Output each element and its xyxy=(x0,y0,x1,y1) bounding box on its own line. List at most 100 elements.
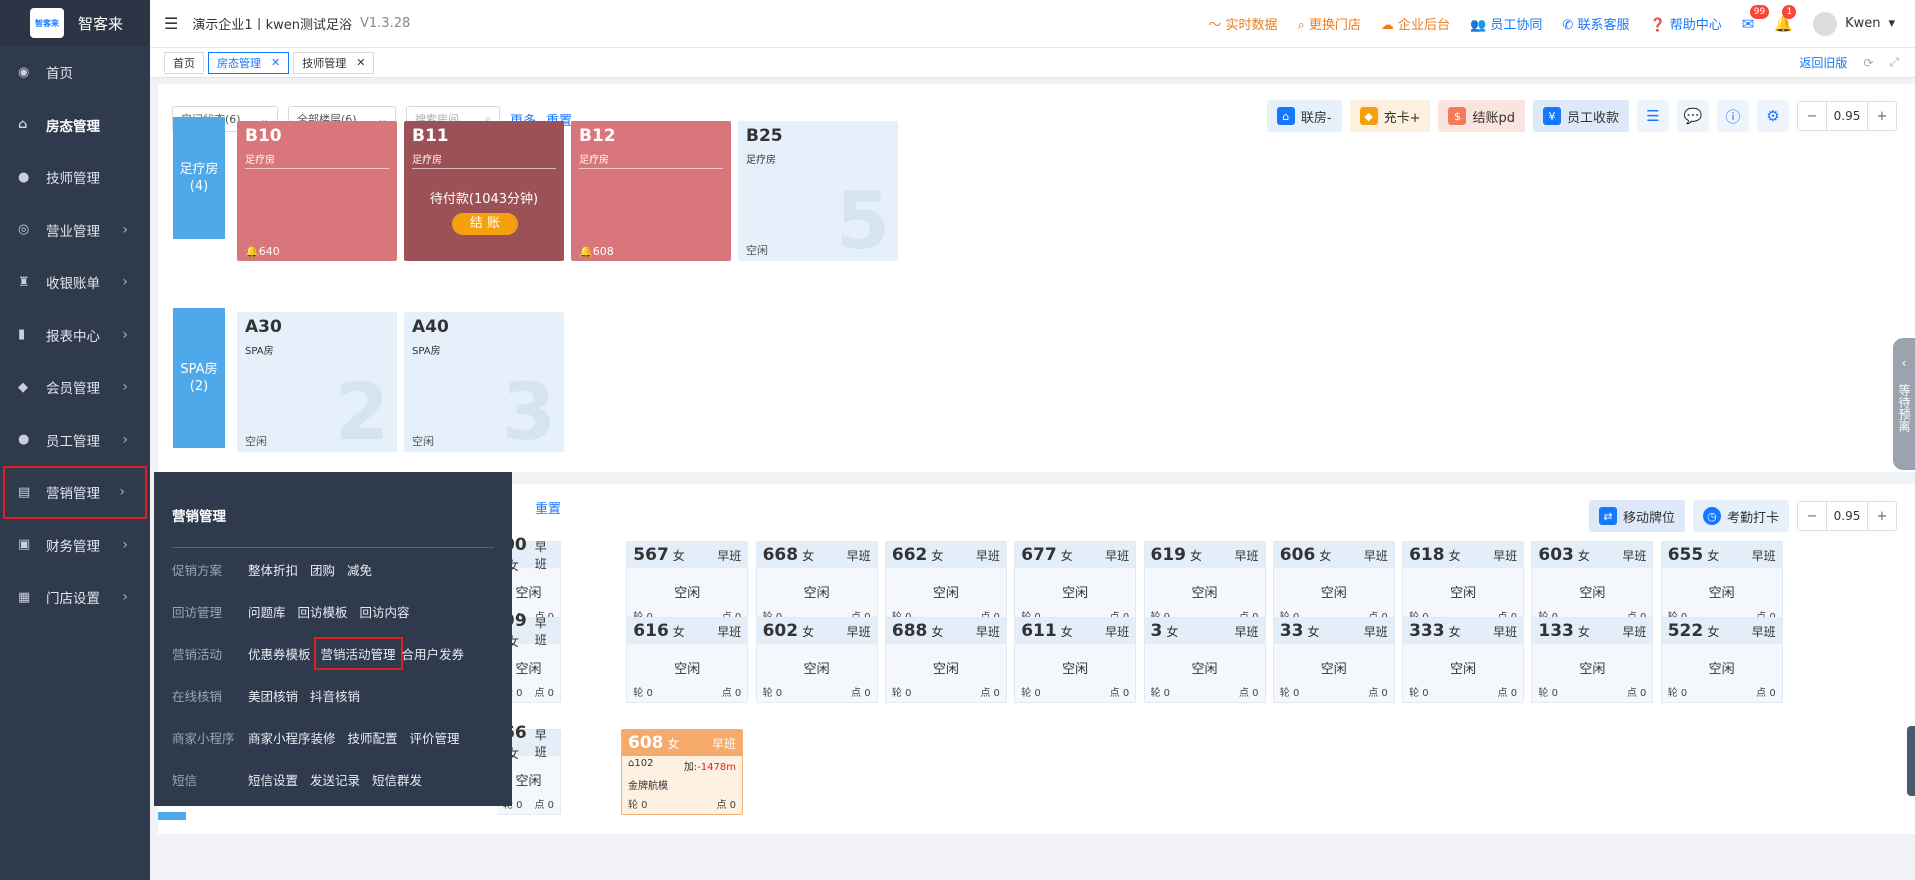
technician-card-busy[interactable]: 608 女 早班 ⌂102 加:-1478m 金牌航模 轮 0 点 0 xyxy=(621,729,743,815)
room-card[interactable]: 3 A40 SPA房 空闲 xyxy=(404,312,564,452)
sidebar-item-reports[interactable]: ▮ 报表中心 › xyxy=(0,309,150,362)
submenu-item[interactable]: 美团核销 xyxy=(248,686,298,705)
list-icon[interactable]: ☰ xyxy=(1637,100,1669,132)
sidebar-item-business[interactable]: ◎ 营业管理 › xyxy=(0,204,150,257)
zoom-plus-button[interactable]: + xyxy=(1868,502,1896,530)
submenu-item[interactable]: 整体折扣 xyxy=(248,560,298,579)
recharge-button[interactable]: ◆ 充卡+ xyxy=(1349,100,1431,132)
technician-card[interactable]: 33 女 早班 空闲轮 0 点 0 xyxy=(1272,617,1395,703)
submenu-item[interactable]: 技师配置 xyxy=(348,728,398,747)
sidebar-item-cashier[interactable]: ♜ 收银账单 › xyxy=(0,256,150,309)
realtime-data-link[interactable]: 〜 实时数据 xyxy=(1208,14,1277,33)
gear-icon[interactable]: ⚙ xyxy=(1757,100,1789,132)
submenu-item[interactable]: 减免 xyxy=(347,560,372,579)
technician-card[interactable]: 619女早班空闲轮 0点 0 xyxy=(1143,541,1266,627)
room-card[interactable]: B11 足疗房 待付款(1043分钟) 结 账 xyxy=(404,121,564,261)
staff-collab-link[interactable]: 👥 员工协同 xyxy=(1470,14,1542,33)
submenu-item[interactable]: 短信群发 xyxy=(372,770,422,789)
menu-toggle-icon[interactable]: ☰ xyxy=(164,14,178,33)
close-icon[interactable]: ✕ xyxy=(356,56,365,69)
technician-card[interactable]: 567女早班空闲轮 0点 0 xyxy=(626,541,749,627)
caret-down-icon: ▾ xyxy=(1888,16,1895,31)
submenu-item[interactable]: 抖音核销 xyxy=(310,686,360,705)
checkout-button[interactable]: $ 结账pd xyxy=(1438,100,1525,132)
technician-card[interactable]: 603女早班空闲轮 0点 0 xyxy=(1531,541,1654,627)
technician-shift: 早班 xyxy=(975,548,1000,563)
join-room-button[interactable]: ⌂ 联房- xyxy=(1266,100,1342,132)
technician-card[interactable]: 668女早班空闲轮 0点 0 xyxy=(755,541,878,627)
sidebar-item-marketing[interactable]: ▤ 营销管理 › xyxy=(3,466,147,519)
technician-card[interactable]: 688 女 早班 空闲轮 0 点 0 xyxy=(884,617,1007,703)
enterprise-backend-link[interactable]: ☁ 企业后台 xyxy=(1381,14,1450,33)
edge-handle[interactable] xyxy=(1907,726,1915,796)
sidebar-item-store-settings[interactable]: ▦ 门店设置 › xyxy=(0,571,150,624)
mail-icon[interactable]: ✉ 99 xyxy=(1742,4,1770,33)
technician-card[interactable]: 333 女 早班 空闲轮 0 点 0 xyxy=(1402,617,1525,703)
tab-room-status[interactable]: 房态管理 ✕ xyxy=(208,51,290,74)
technician-card[interactable]: 677女早班空闲轮 0点 0 xyxy=(1014,541,1137,627)
submenu-item[interactable]: 回访模板 xyxy=(298,602,348,621)
bell-icon[interactable]: 🔔 1 xyxy=(1774,4,1797,33)
chat-icon[interactable]: 💬 xyxy=(1677,100,1709,132)
technician-card[interactable]: 655女早班空闲轮 0点 0 xyxy=(1660,541,1783,627)
tab-home[interactable]: 首页 xyxy=(164,51,204,74)
sidebar-item-label: 技师管理 xyxy=(46,171,100,188)
logo[interactable]: 智客来 智客来 xyxy=(0,0,150,46)
submenu-item[interactable]: 短信设置 xyxy=(248,770,298,789)
sidebar-item-home[interactable]: ◉ 首页 xyxy=(0,46,150,99)
fullscreen-icon[interactable]: ⤢ xyxy=(1889,55,1899,70)
technician-card[interactable]: 606女早班空闲轮 0点 0 xyxy=(1272,541,1395,627)
sidebar-item-technician[interactable]: ● 技师管理 xyxy=(0,151,150,204)
submenu-item[interactable]: 问题库 xyxy=(248,602,286,621)
room-card[interactable]: 2 A30 SPA房 空闲 xyxy=(237,312,397,452)
attendance-button[interactable]: ◷ 考勤打卡 xyxy=(1692,500,1789,532)
sidebar-item-members[interactable]: ◆ 会员管理 › xyxy=(0,361,150,414)
technician-card[interactable]: 522 女 早班 空闲轮 0 点 0 xyxy=(1660,617,1783,703)
info-icon[interactable]: ⓘ xyxy=(1717,100,1749,132)
sidebar-item-label: 营业管理 xyxy=(46,223,100,240)
technician-card[interactable]: 618女早班空闲轮 0点 0 xyxy=(1402,541,1525,627)
staff-payment-button[interactable]: ¥ 员工收款 xyxy=(1532,100,1629,132)
zoom-plus-button[interactable]: + xyxy=(1868,102,1896,130)
back-old-version-link[interactable]: 返回旧版 xyxy=(1799,54,1847,71)
technician-card[interactable]: 611 女 早班 空闲轮 0 点 0 xyxy=(1014,617,1137,703)
waiting-departure-tab[interactable]: ‹ 等待预离 xyxy=(1893,338,1915,470)
technician-status: 空闲 xyxy=(1320,586,1347,601)
submenu-row-revisit: 回访管理 问题库 回访模板 回访内容 xyxy=(172,590,494,632)
room-card[interactable]: B10 足疗房 🔔640 xyxy=(237,121,397,261)
zoom-minus-button[interactable]: − xyxy=(1798,502,1826,530)
technician-card[interactable]: 3 女 早班 空闲轮 0 点 0 xyxy=(1143,617,1266,703)
submenu-item[interactable]: 合用户发券 xyxy=(402,644,465,663)
room-number: B10 xyxy=(245,126,282,146)
technician-card[interactable]: 602 女 早班 空闲轮 0 点 0 xyxy=(755,617,878,703)
room-card[interactable]: 5 B25 足疗房 空闲 xyxy=(738,121,898,261)
checkout-room-button[interactable]: 结 账 xyxy=(452,213,518,235)
help-center-link[interactable]: ❓ 帮助中心 xyxy=(1649,14,1721,33)
tab-label: 技师管理 xyxy=(302,56,347,70)
zoom-minus-button[interactable]: − xyxy=(1798,102,1826,130)
tab-technician[interactable]: 技师管理 ✕ xyxy=(293,51,375,74)
submenu-item[interactable]: 发送记录 xyxy=(310,770,360,789)
zoom-value[interactable]: 0.95 xyxy=(1826,502,1868,530)
submenu-item[interactable]: 回访内容 xyxy=(360,602,410,621)
technician-card[interactable]: 662女早班空闲轮 0点 0 xyxy=(884,541,1007,627)
refresh-icon[interactable]: ⟳ xyxy=(1863,56,1873,70)
room-card[interactable]: B12 足疗房 🔔608 xyxy=(571,121,731,261)
marketing-campaign-management-item[interactable]: 营销活动管理 xyxy=(313,636,403,670)
submenu-item[interactable]: 评价管理 xyxy=(410,728,460,747)
switch-store-link[interactable]: ⌕ 更换门店 xyxy=(1297,14,1360,33)
technician-card[interactable]: 616 女 早班 空闲轮 0 点 0 xyxy=(626,617,749,703)
sidebar-item-finance[interactable]: ▣ 财务管理 › xyxy=(0,519,150,572)
sidebar-item-staff[interactable]: ● 员工管理 › xyxy=(0,414,150,467)
close-icon[interactable]: ✕ xyxy=(271,56,280,69)
move-position-button[interactable]: ⇄ 移动牌位 xyxy=(1588,500,1685,532)
sidebar-item-room-status[interactable]: ⌂ 房态管理 xyxy=(0,99,150,152)
submenu-item[interactable]: 优惠券模板 xyxy=(248,644,311,663)
zoom-value[interactable]: 0.95 xyxy=(1826,102,1868,130)
submenu-item[interactable]: 团购 xyxy=(310,560,335,579)
submenu-item[interactable]: 商家小程序装修 xyxy=(248,728,336,747)
user-menu[interactable]: Kwen ▾ xyxy=(1813,11,1895,36)
contact-support-link[interactable]: ✆ 联系客服 xyxy=(1562,14,1629,33)
technician-card[interactable]: 133 女 早班 空闲轮 0 点 0 xyxy=(1531,617,1654,703)
reset-link[interactable]: 重置 xyxy=(535,498,561,517)
